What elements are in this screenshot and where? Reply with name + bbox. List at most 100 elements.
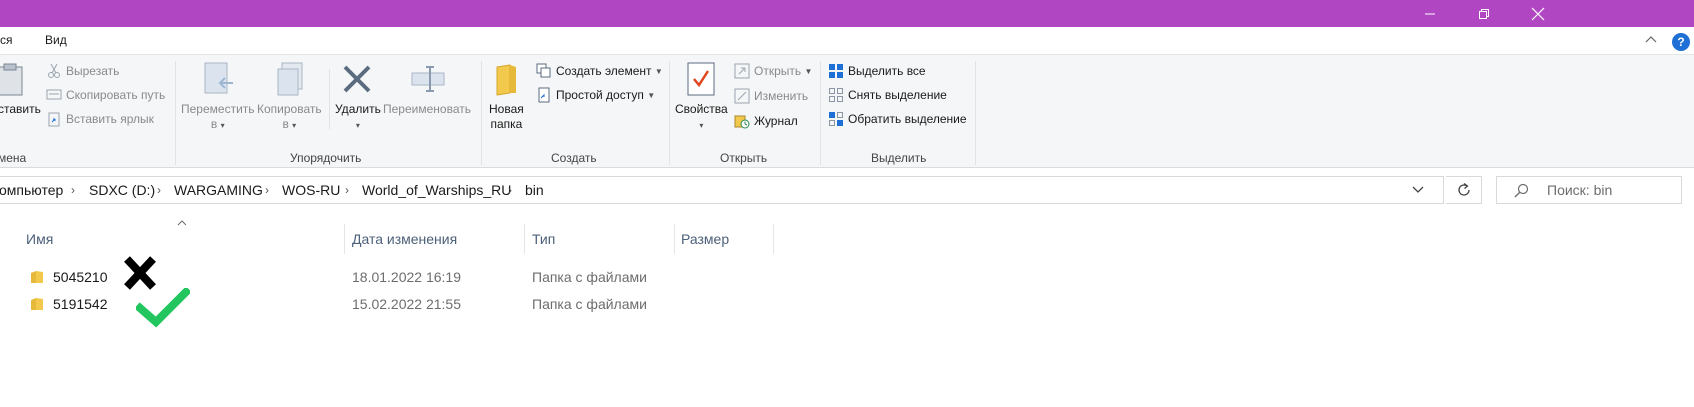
rename-button[interactable]: Переименовать xyxy=(383,102,471,117)
open-button[interactable]: Открыть ▼ xyxy=(734,63,812,79)
column-divider[interactable] xyxy=(344,224,345,254)
column-header-type[interactable]: Тип xyxy=(532,224,555,254)
minimize-icon xyxy=(1425,13,1435,14)
organize-separator xyxy=(329,69,330,129)
column-header-date[interactable]: Дата изменения xyxy=(352,224,457,254)
new-item-button[interactable]: Создать элемент ▼ xyxy=(536,63,663,79)
search-input[interactable]: Поиск: bin xyxy=(1496,176,1682,204)
copy-to-label-2: в xyxy=(282,117,289,131)
collapse-ribbon-icon[interactable] xyxy=(1644,33,1658,47)
close-icon xyxy=(1531,7,1545,20)
column-divider[interactable] xyxy=(674,224,675,254)
open-icon xyxy=(734,63,750,79)
move-to-icon xyxy=(204,62,233,94)
breadcrumb-wargaming[interactable]: WARGAMING xyxy=(174,177,263,203)
maximize-button[interactable] xyxy=(1461,0,1507,27)
history-icon xyxy=(734,115,750,129)
paste-shortcut-label: Вставить ярлык xyxy=(66,112,154,126)
breadcrumb-bin[interactable]: bin xyxy=(525,177,544,203)
folder-icon xyxy=(31,298,43,310)
ribbon: ставить Вырезать Скопировать путь Встави… xyxy=(0,54,1694,168)
easy-access-icon xyxy=(538,87,550,103)
clipboard-group-label: мена xyxy=(0,151,27,165)
copy-path-icon xyxy=(46,89,62,100)
move-to-label-2: в xyxy=(210,117,218,131)
copy-path-label: Скопировать путь xyxy=(66,88,166,102)
organize-group-label: Упорядочить xyxy=(290,151,362,165)
chevron-right-icon[interactable]: › xyxy=(265,177,269,203)
move-to-label: Переместить xyxy=(181,102,255,116)
cut-label: Вырезать xyxy=(66,64,120,78)
delete-icon xyxy=(343,65,371,93)
table-row[interactable]: 5045210 18.01.2022 16:19 Папка с файлами xyxy=(0,264,800,290)
history-button[interactable]: Журнал xyxy=(734,113,798,129)
search-placeholder: Поиск: bin xyxy=(1547,182,1613,198)
help-icon[interactable]: ? xyxy=(1672,33,1690,51)
copy-to-button[interactable]: Копировать в ▾ xyxy=(257,102,322,133)
copy-path-button[interactable]: Скопировать путь xyxy=(46,87,165,103)
file-name: 5191542 xyxy=(53,296,108,312)
close-button[interactable] xyxy=(1515,0,1561,27)
group-separator xyxy=(175,61,176,165)
select-none-button[interactable]: Снять выделение xyxy=(828,87,947,103)
select-all-icon xyxy=(829,64,843,78)
chevron-right-icon[interactable]: › xyxy=(345,177,349,203)
new-folder-label: Новая xyxy=(489,102,524,116)
chevron-right-icon[interactable]: › xyxy=(508,177,512,203)
invert-selection-icon xyxy=(829,112,843,126)
move-to-button[interactable]: Переместить в ▾ xyxy=(181,102,255,133)
cut-button[interactable]: Вырезать xyxy=(46,63,119,79)
paste-shortcut-icon xyxy=(48,112,60,127)
tab-share[interactable]: ся xyxy=(0,27,19,54)
copy-to-icon xyxy=(277,62,303,96)
file-date: 15.02.2022 21:55 xyxy=(352,296,461,312)
properties-icon xyxy=(687,62,715,96)
new-group-label: Создать xyxy=(551,151,597,165)
address-bar[interactable]: омпьютер › SDXC (D:) › WARGAMING › WOS-R… xyxy=(0,176,1444,204)
properties-button[interactable]: Свойства ▾ xyxy=(675,102,728,133)
table-row[interactable]: 5191542 15.02.2022 21:55 Папка с файлами xyxy=(0,291,800,317)
paste-button[interactable]: ставить xyxy=(0,102,41,117)
refresh-button[interactable] xyxy=(1446,176,1482,204)
tab-view[interactable]: Вид xyxy=(39,27,73,54)
breadcrumb-drive[interactable]: SDXC (D:) xyxy=(89,177,155,203)
paste-icon xyxy=(0,63,23,96)
file-date: 18.01.2022 16:19 xyxy=(352,269,461,285)
ribbon-tabs: ся Вид xyxy=(0,27,1694,54)
chevron-right-icon[interactable]: › xyxy=(71,177,75,203)
easy-access-label: Простой доступ xyxy=(556,88,644,102)
edit-button[interactable]: Изменить xyxy=(734,88,808,104)
column-header-name[interactable]: Имя xyxy=(26,224,53,254)
column-divider[interactable] xyxy=(773,224,774,254)
delete-label: Удалить xyxy=(335,102,381,116)
open-group-label: Открыть xyxy=(720,151,768,165)
properties-label: Свойства xyxy=(675,102,728,116)
column-divider[interactable] xyxy=(524,224,525,254)
chevron-down-icon[interactable] xyxy=(1411,184,1425,196)
minimize-button[interactable] xyxy=(1407,0,1453,27)
group-separator xyxy=(820,61,821,165)
file-type: Папка с файлами xyxy=(532,296,647,312)
invert-selection-button[interactable]: Обратить выделение xyxy=(828,111,967,127)
column-header-size[interactable]: Размер xyxy=(681,224,729,254)
new-folder-button[interactable]: Новая папка xyxy=(489,102,524,132)
select-group-label: Выделить xyxy=(871,151,927,165)
breadcrumb-computer[interactable]: омпьютер xyxy=(0,177,63,203)
easy-access-button[interactable]: Простой доступ ▼ xyxy=(536,87,655,103)
cross-mark-icon xyxy=(124,256,156,290)
breadcrumb-wos-ru[interactable]: WOS-RU xyxy=(282,177,340,203)
select-all-button[interactable]: Выделить все xyxy=(828,63,926,79)
new-folder-label-2: папка xyxy=(490,117,523,131)
edit-label: Изменить xyxy=(754,89,809,103)
breadcrumb-world-of-warships[interactable]: World_of_Warships_RU xyxy=(362,177,511,203)
delete-button[interactable]: Удалить ▾ xyxy=(335,102,381,133)
address-row: омпьютер › SDXC (D:) › WARGAMING › WOS-R… xyxy=(0,168,1694,212)
new-item-label: Создать элемент xyxy=(556,64,652,78)
sort-ascending-icon xyxy=(177,220,187,226)
paste-shortcut-button[interactable]: Вставить ярлык xyxy=(46,111,154,127)
invert-selection-label: Обратить выделение xyxy=(848,112,967,126)
restore-icon xyxy=(1479,8,1489,19)
select-none-label: Снять выделение xyxy=(848,88,947,102)
history-label: Журнал xyxy=(754,114,798,128)
chevron-right-icon[interactable]: › xyxy=(157,177,161,203)
